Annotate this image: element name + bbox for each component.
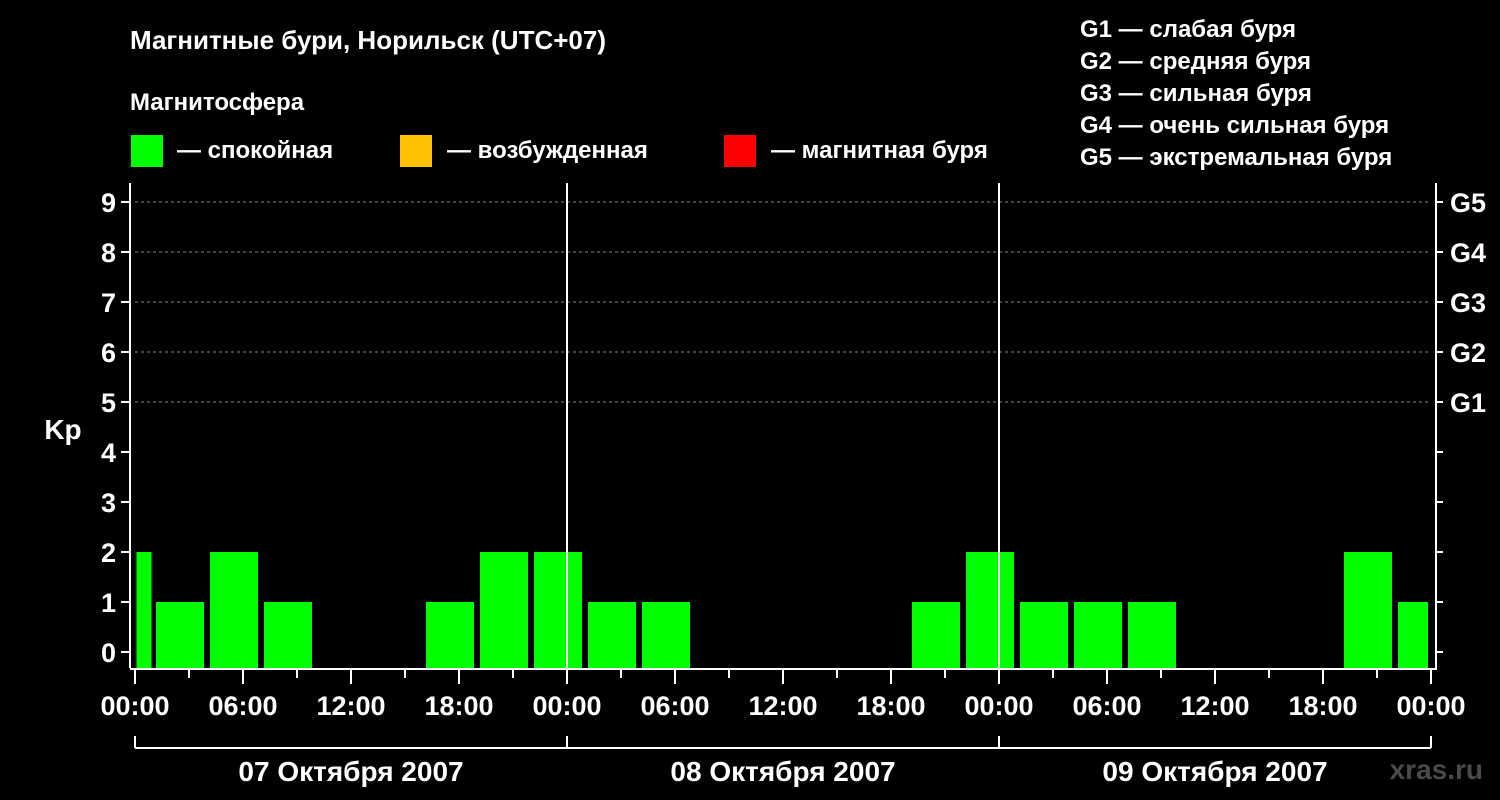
y-tick-label-8: 8 <box>101 238 116 268</box>
y-tick-label-6: 6 <box>101 338 116 368</box>
kp-bar-19 <box>1074 602 1122 668</box>
x-tick-label-4: 18:00 <box>424 691 493 721</box>
g-scale-g3: G3 — сильная буря <box>1080 80 1312 107</box>
day-label-2: 08 Октября 2007 <box>670 756 895 787</box>
kp-bar-3 <box>210 552 258 668</box>
y-tick-label-9: 9 <box>101 188 116 218</box>
x-tick-label-10: 06:00 <box>1072 691 1141 721</box>
kp-bar-10 <box>588 602 636 668</box>
g-tick-label-G1: G1 <box>1450 388 1486 418</box>
legend-label-active: — возбужденная <box>447 137 648 164</box>
kp-bar-16 <box>912 602 960 668</box>
y-tick-label-3: 3 <box>101 488 116 518</box>
g-scale-g4: G4 — очень сильная буря <box>1080 112 1389 139</box>
kp-bar-7 <box>426 602 474 668</box>
kp-bar-8 <box>480 552 528 668</box>
x-tick-label-6: 06:00 <box>640 691 709 721</box>
x-tick-label-1: 00:00 <box>100 691 169 721</box>
kp-bar-9 <box>534 552 582 668</box>
legend-label-storm: — магнитная буря <box>771 137 988 164</box>
g-tick-label-G4: G4 <box>1450 238 1486 268</box>
kp-chart: Магнитные бури, Норильск (UTC+07) Магнит… <box>44 16 1486 787</box>
y-tick-label-5: 5 <box>101 388 116 418</box>
kp-bar-24 <box>1344 552 1392 668</box>
x-tick-label-3: 12:00 <box>316 691 385 721</box>
day-label-3: 09 Октября 2007 <box>1102 756 1327 787</box>
legend-heading: Магнитосфера <box>130 89 305 116</box>
y-tick-label-0: 0 <box>101 638 116 668</box>
kp-bar-17 <box>966 552 1014 668</box>
g-scale-g1: G1 — слабая буря <box>1080 16 1296 43</box>
chart-title: Магнитные бури, Норильск (UTC+07) <box>130 25 606 55</box>
y-tick-label-7: 7 <box>101 288 116 318</box>
g-scale-g5: G5 — экстремальная буря <box>1080 144 1392 171</box>
x-tick-label-13: 00:00 <box>1396 691 1465 721</box>
legend-swatch-storm <box>724 135 756 167</box>
g-tick-label-G3: G3 <box>1450 288 1486 318</box>
x-tick-label-2: 06:00 <box>208 691 277 721</box>
x-tick-label-12: 18:00 <box>1288 691 1357 721</box>
kp-bar-20 <box>1128 602 1176 668</box>
kp-bar-11 <box>642 602 690 668</box>
g-tick-label-G5: G5 <box>1450 188 1486 218</box>
legend-label-quiet: — спокойная <box>177 137 333 164</box>
x-tick-label-5: 00:00 <box>532 691 601 721</box>
g-scale-g2: G2 — средняя буря <box>1080 48 1311 75</box>
x-tick-label-11: 12:00 <box>1180 691 1249 721</box>
kp-bar-18 <box>1020 602 1068 668</box>
g-tick-label-G2: G2 <box>1450 338 1486 368</box>
y-tick-label-4: 4 <box>101 438 116 468</box>
kp-bar-2 <box>156 602 204 668</box>
kp-bar-25 <box>1398 602 1428 668</box>
watermark: xras.ru <box>1390 754 1483 785</box>
x-tick-label-9: 00:00 <box>964 691 1033 721</box>
legend-swatch-active <box>400 135 432 167</box>
y-tick-label-1: 1 <box>101 588 116 618</box>
y-axis-label: Kp <box>44 414 81 445</box>
day-label-1: 07 Октября 2007 <box>238 756 463 787</box>
y-tick-label-2: 2 <box>101 538 116 568</box>
legend-swatch-quiet <box>131 135 163 167</box>
kp-bar-4 <box>264 602 312 668</box>
x-tick-label-7: 12:00 <box>748 691 817 721</box>
x-tick-label-8: 18:00 <box>856 691 925 721</box>
kp-bar-1 <box>136 552 152 668</box>
